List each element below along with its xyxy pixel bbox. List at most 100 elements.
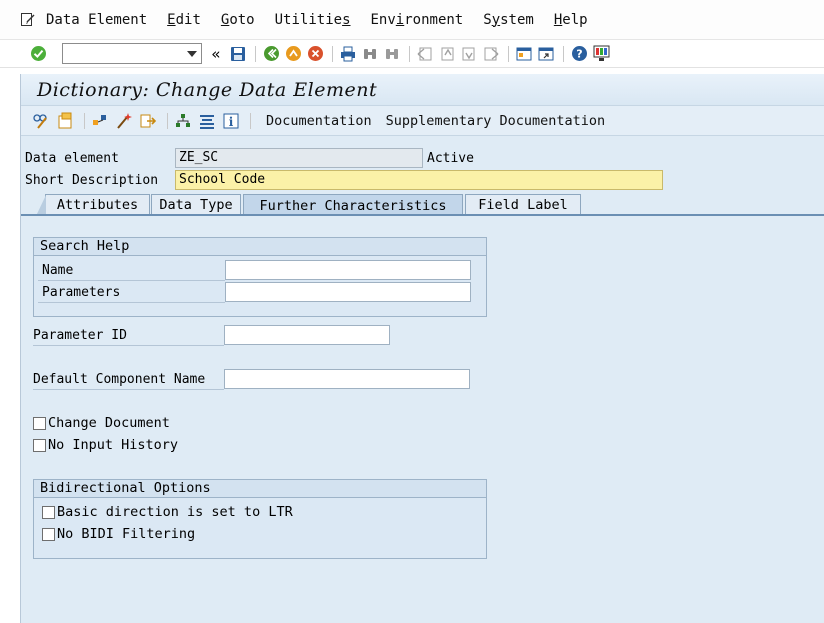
tab-further-characteristics[interactable]: Further Characteristics — [243, 194, 463, 216]
bidi-no-filter-checkbox[interactable] — [42, 527, 55, 541]
parameter-id-row: Parameter ID — [33, 325, 390, 345]
menu-utilities[interactable]: Utilities — [275, 12, 351, 28]
tab-label: Data Type — [159, 197, 233, 213]
svg-text:?: ? — [576, 48, 582, 61]
page-title: Dictionary: Change Data Element — [37, 78, 378, 101]
object-list-icon[interactable] — [173, 111, 193, 131]
toolbar-separator — [508, 45, 509, 62]
row-divider — [38, 302, 225, 303]
title-bar: Dictionary: Change Data Element — [21, 74, 824, 106]
menu-bar: Data Element Edit Goto Utilities Environ… — [0, 0, 824, 40]
no-input-history-label: No Input History — [48, 437, 179, 453]
application-toolbar: i Documentation Supplementary Documentat… — [21, 106, 824, 136]
menu-data-element[interactable]: Data Element — [46, 12, 147, 28]
customize-layout-icon[interactable] — [591, 44, 611, 64]
back-icon[interactable] — [261, 44, 281, 64]
default-component-label: Default Component Name — [33, 371, 206, 387]
short-description-row: Short Description School Code — [25, 170, 663, 190]
bidi-ltr-checkbox[interactable] — [42, 505, 55, 519]
parameter-id-label: Parameter ID — [33, 327, 127, 343]
tab-edge — [36, 195, 46, 216]
tab-attributes[interactable]: Attributes — [36, 194, 150, 216]
row-divider — [33, 389, 224, 390]
menu-goto[interactable]: Goto — [221, 12, 255, 28]
search-help-params-field[interactable] — [225, 282, 471, 302]
svg-text:i: i — [229, 115, 234, 129]
parameter-id-field[interactable] — [224, 325, 390, 345]
data-element-label: Data element — [25, 150, 119, 166]
no-input-history-row: No Input History — [33, 437, 178, 453]
supplementary-documentation-button[interactable]: Supplementary Documentation — [386, 113, 605, 129]
tab-label: Field Label — [478, 197, 568, 213]
toolbar-separator — [167, 112, 168, 129]
search-help-params-label: Parameters — [42, 284, 121, 300]
bidi-ltr-row: Basic direction is set to LTR — [42, 504, 293, 520]
search-help-params-row: Parameters — [42, 282, 471, 302]
last-page-icon[interactable] — [481, 44, 501, 64]
row-divider — [38, 280, 225, 281]
toolbar-separator — [255, 45, 256, 62]
print-icon[interactable] — [338, 44, 358, 64]
toolbar-separator — [409, 45, 410, 62]
menu-edit[interactable]: Edit — [167, 12, 201, 28]
tab-label: Further Characteristics — [259, 197, 447, 214]
tab-data-type[interactable]: Data Type — [151, 194, 241, 215]
shortcut-icon[interactable] — [536, 44, 556, 64]
next-page-icon[interactable] — [459, 44, 479, 64]
find-icon[interactable] — [360, 44, 380, 64]
other-object-icon[interactable] — [55, 111, 75, 131]
search-help-name-row: Name — [42, 260, 471, 280]
row-divider — [33, 345, 224, 346]
bidi-options-title: Bidirectional Options — [34, 480, 486, 498]
save-icon[interactable] — [228, 44, 248, 64]
default-component-row: Default Component Name — [33, 369, 470, 389]
short-description-field[interactable]: School Code — [175, 170, 663, 190]
search-help-name-label: Name — [42, 262, 74, 278]
documentation-button[interactable]: Documentation — [266, 113, 372, 129]
exit-icon[interactable] — [283, 44, 303, 64]
change-document-checkbox[interactable] — [33, 416, 46, 430]
bidi-ltr-label: Basic direction is set to LTR — [57, 504, 293, 520]
menu-icon[interactable] — [20, 13, 36, 27]
menu-environment[interactable]: Environment — [371, 12, 464, 28]
toolbar-separator — [84, 112, 85, 129]
status-text: Active — [427, 150, 474, 166]
bidi-options-group: Bidirectional Options Basic direction is… — [33, 479, 487, 559]
new-session-icon[interactable] — [514, 44, 534, 64]
menu-system[interactable]: System — [483, 12, 534, 28]
data-element-row: Data element ZE_SC Active — [25, 148, 474, 168]
display-change-icon[interactable] — [31, 111, 51, 131]
where-used-icon[interactable] — [138, 111, 158, 131]
tab-label: Attributes — [56, 197, 139, 213]
menu-help[interactable]: Help — [554, 12, 588, 28]
toolbar-separator — [332, 45, 333, 62]
search-help-name-field[interactable] — [225, 260, 471, 280]
main-screen: Dictionary: Change Data Element i Docume… — [20, 74, 824, 623]
cancel-icon[interactable] — [305, 44, 325, 64]
tab-strip: Attributes Data Type Further Characteris… — [21, 194, 824, 216]
bidi-no-filter-row: No BIDI Filtering — [42, 526, 195, 542]
find-next-icon[interactable] — [382, 44, 402, 64]
default-component-field[interactable] — [224, 369, 470, 389]
previous-page-icon[interactable] — [437, 44, 457, 64]
data-element-field: ZE_SC — [175, 148, 423, 168]
help-icon[interactable]: ? — [569, 44, 589, 64]
collapse-chevron-icon[interactable]: « — [206, 44, 226, 64]
first-page-icon[interactable] — [415, 44, 435, 64]
tab-field-label[interactable]: Field Label — [465, 194, 581, 215]
toolbar-separator — [250, 112, 251, 129]
tab-underline — [21, 214, 824, 216]
activate-icon[interactable] — [90, 111, 110, 131]
change-document-row: Change Document — [33, 415, 170, 431]
display-navigation-icon[interactable] — [197, 111, 217, 131]
enter-check-icon[interactable] — [28, 44, 48, 64]
information-icon[interactable]: i — [221, 111, 241, 131]
toolbar-separator — [563, 45, 564, 62]
command-field[interactable] — [62, 43, 202, 64]
short-description-label: Short Description — [25, 172, 159, 188]
dropdown-arrow-icon[interactable] — [187, 51, 197, 57]
check-wand-icon[interactable] — [114, 111, 134, 131]
no-input-history-checkbox[interactable] — [33, 438, 46, 452]
search-help-group: Search Help Name Parameters — [33, 237, 487, 317]
standard-toolbar: « ? — [0, 40, 824, 68]
